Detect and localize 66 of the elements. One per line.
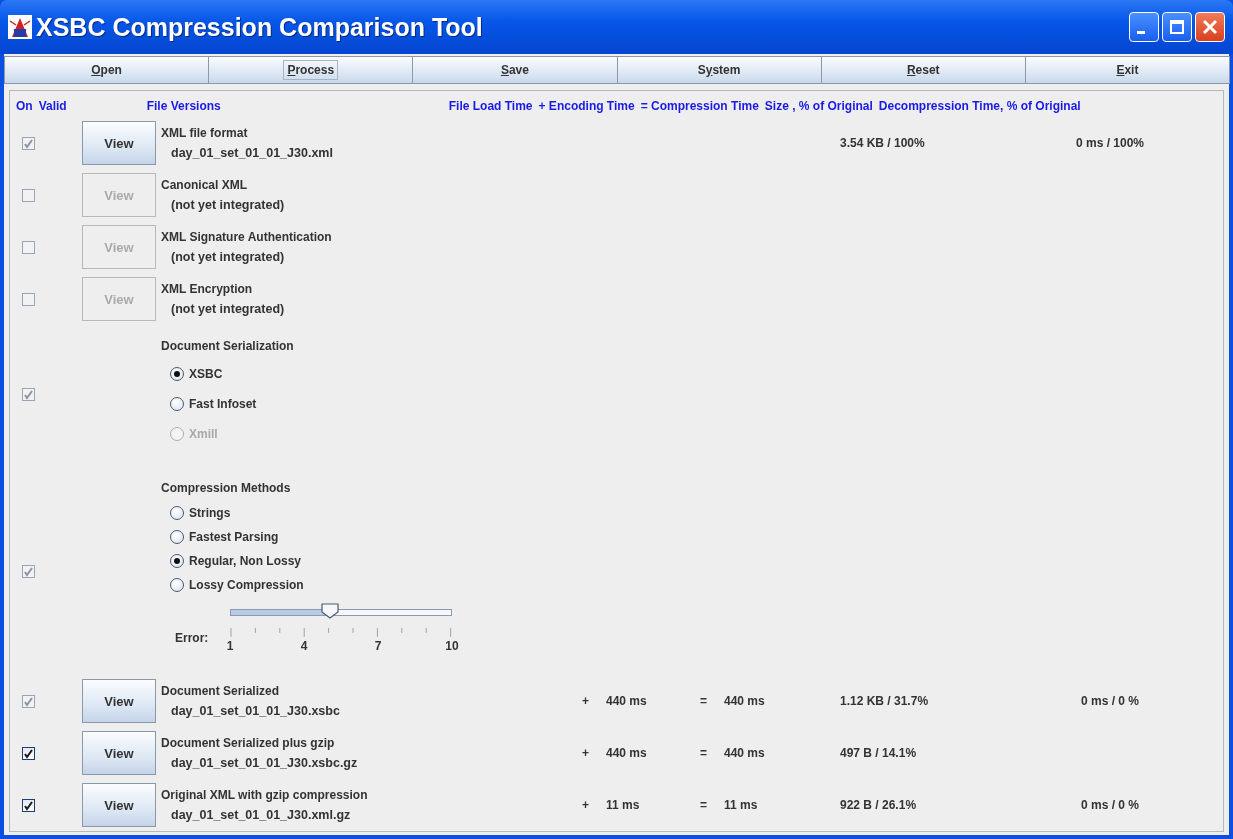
checkbox[interactable] [22, 746, 35, 760]
version-title: Original XML with gzip compression [161, 788, 369, 802]
decompression-time: 0 ms / 0 % [1081, 694, 1139, 708]
file-name: (not yet integrated) [170, 250, 286, 264]
version-title: Document Serialized [161, 684, 281, 698]
compression-time: 440 ms [724, 694, 765, 708]
column-header: File Versions [146, 99, 221, 113]
file-name: day_01_set_01_01_J30.xsbc.gz [170, 756, 359, 770]
toolbar-button[interactable]: Save [412, 56, 618, 84]
plus-sign: + [582, 694, 589, 708]
decompression-time: 0 ms / 0 % [1081, 798, 1139, 812]
tick-label: 10 [445, 639, 459, 653]
close-button[interactable] [1195, 12, 1225, 42]
column-header: On [16, 99, 33, 113]
encoding-time: 11 ms [606, 798, 640, 812]
view-button[interactable]: View [82, 783, 156, 827]
column-header: File Load Time [448, 99, 533, 113]
column-header: = Compression Time [640, 99, 759, 113]
file-name: (not yet integrated) [170, 198, 286, 212]
toolbar-button[interactable]: System [616, 56, 822, 84]
file-name: day_01_set_01_01_J30.xsbc [170, 704, 341, 718]
size-value: 3.54 KB / 100% [840, 136, 925, 150]
equals-sign: = [700, 746, 707, 760]
maximize-icon [1169, 19, 1185, 35]
close-icon [1201, 18, 1219, 36]
minimize-button[interactable] [1129, 12, 1159, 42]
version-title: XML Encryption [161, 282, 254, 296]
group-title: Document Serialization [161, 339, 295, 355]
group-title: Compression Methods [161, 481, 292, 497]
version-title: XML Signature Authentication [161, 230, 333, 244]
size-value: 1.12 KB / 31.7% [840, 694, 929, 708]
toolbar-button[interactable]: Process [208, 56, 414, 84]
app-icon [8, 15, 32, 39]
maximize-button[interactable] [1162, 12, 1192, 42]
toolbar-button[interactable]: Open [4, 56, 210, 84]
size-value: 497 B / 14.1% [840, 746, 917, 760]
slider-label: Error: [175, 631, 210, 645]
plus-sign: + [582, 746, 589, 760]
column-header: Decompression Time, % of Original [878, 99, 1081, 113]
equals-sign: = [700, 694, 707, 708]
compression-time: 440 ms [724, 746, 765, 760]
decompression-time: 0 ms / 100% [1075, 136, 1144, 150]
size-value: 922 B / 26.1% [840, 798, 917, 812]
file-name: (not yet integrated) [170, 302, 286, 316]
encoding-time: 440 ms [606, 694, 647, 708]
version-title: Canonical XML [161, 178, 248, 192]
checkbox[interactable] [22, 798, 35, 812]
minimize-icon [1137, 30, 1145, 34]
tick-label: 7 [374, 639, 382, 653]
tick-label: 4 [300, 639, 308, 653]
column-header: + Encoding Time [538, 99, 635, 113]
column-header: Valid [38, 99, 67, 113]
plus-sign: + [582, 798, 589, 812]
version-title: Document Serialized plus gzip [161, 736, 336, 750]
toolbar-button[interactable]: Exit [1024, 56, 1231, 84]
encoding-time: 440 ms [606, 746, 647, 760]
view-button[interactable]: View [82, 731, 156, 775]
window-title: XSBC Compression Comparison Tool [36, 12, 484, 42]
file-name: day_01_set_01_01_J30.xml [170, 146, 334, 160]
equals-sign: = [700, 798, 707, 812]
column-header: Size , % of Original [764, 99, 873, 113]
compression-time: 11 ms [724, 798, 758, 812]
toolbar-button[interactable]: Reset [820, 56, 1026, 84]
tick-label: 1 [226, 639, 234, 653]
version-title: XML file format [161, 126, 249, 140]
file-name: day_01_set_01_01_J30.xml.gz [170, 808, 352, 822]
